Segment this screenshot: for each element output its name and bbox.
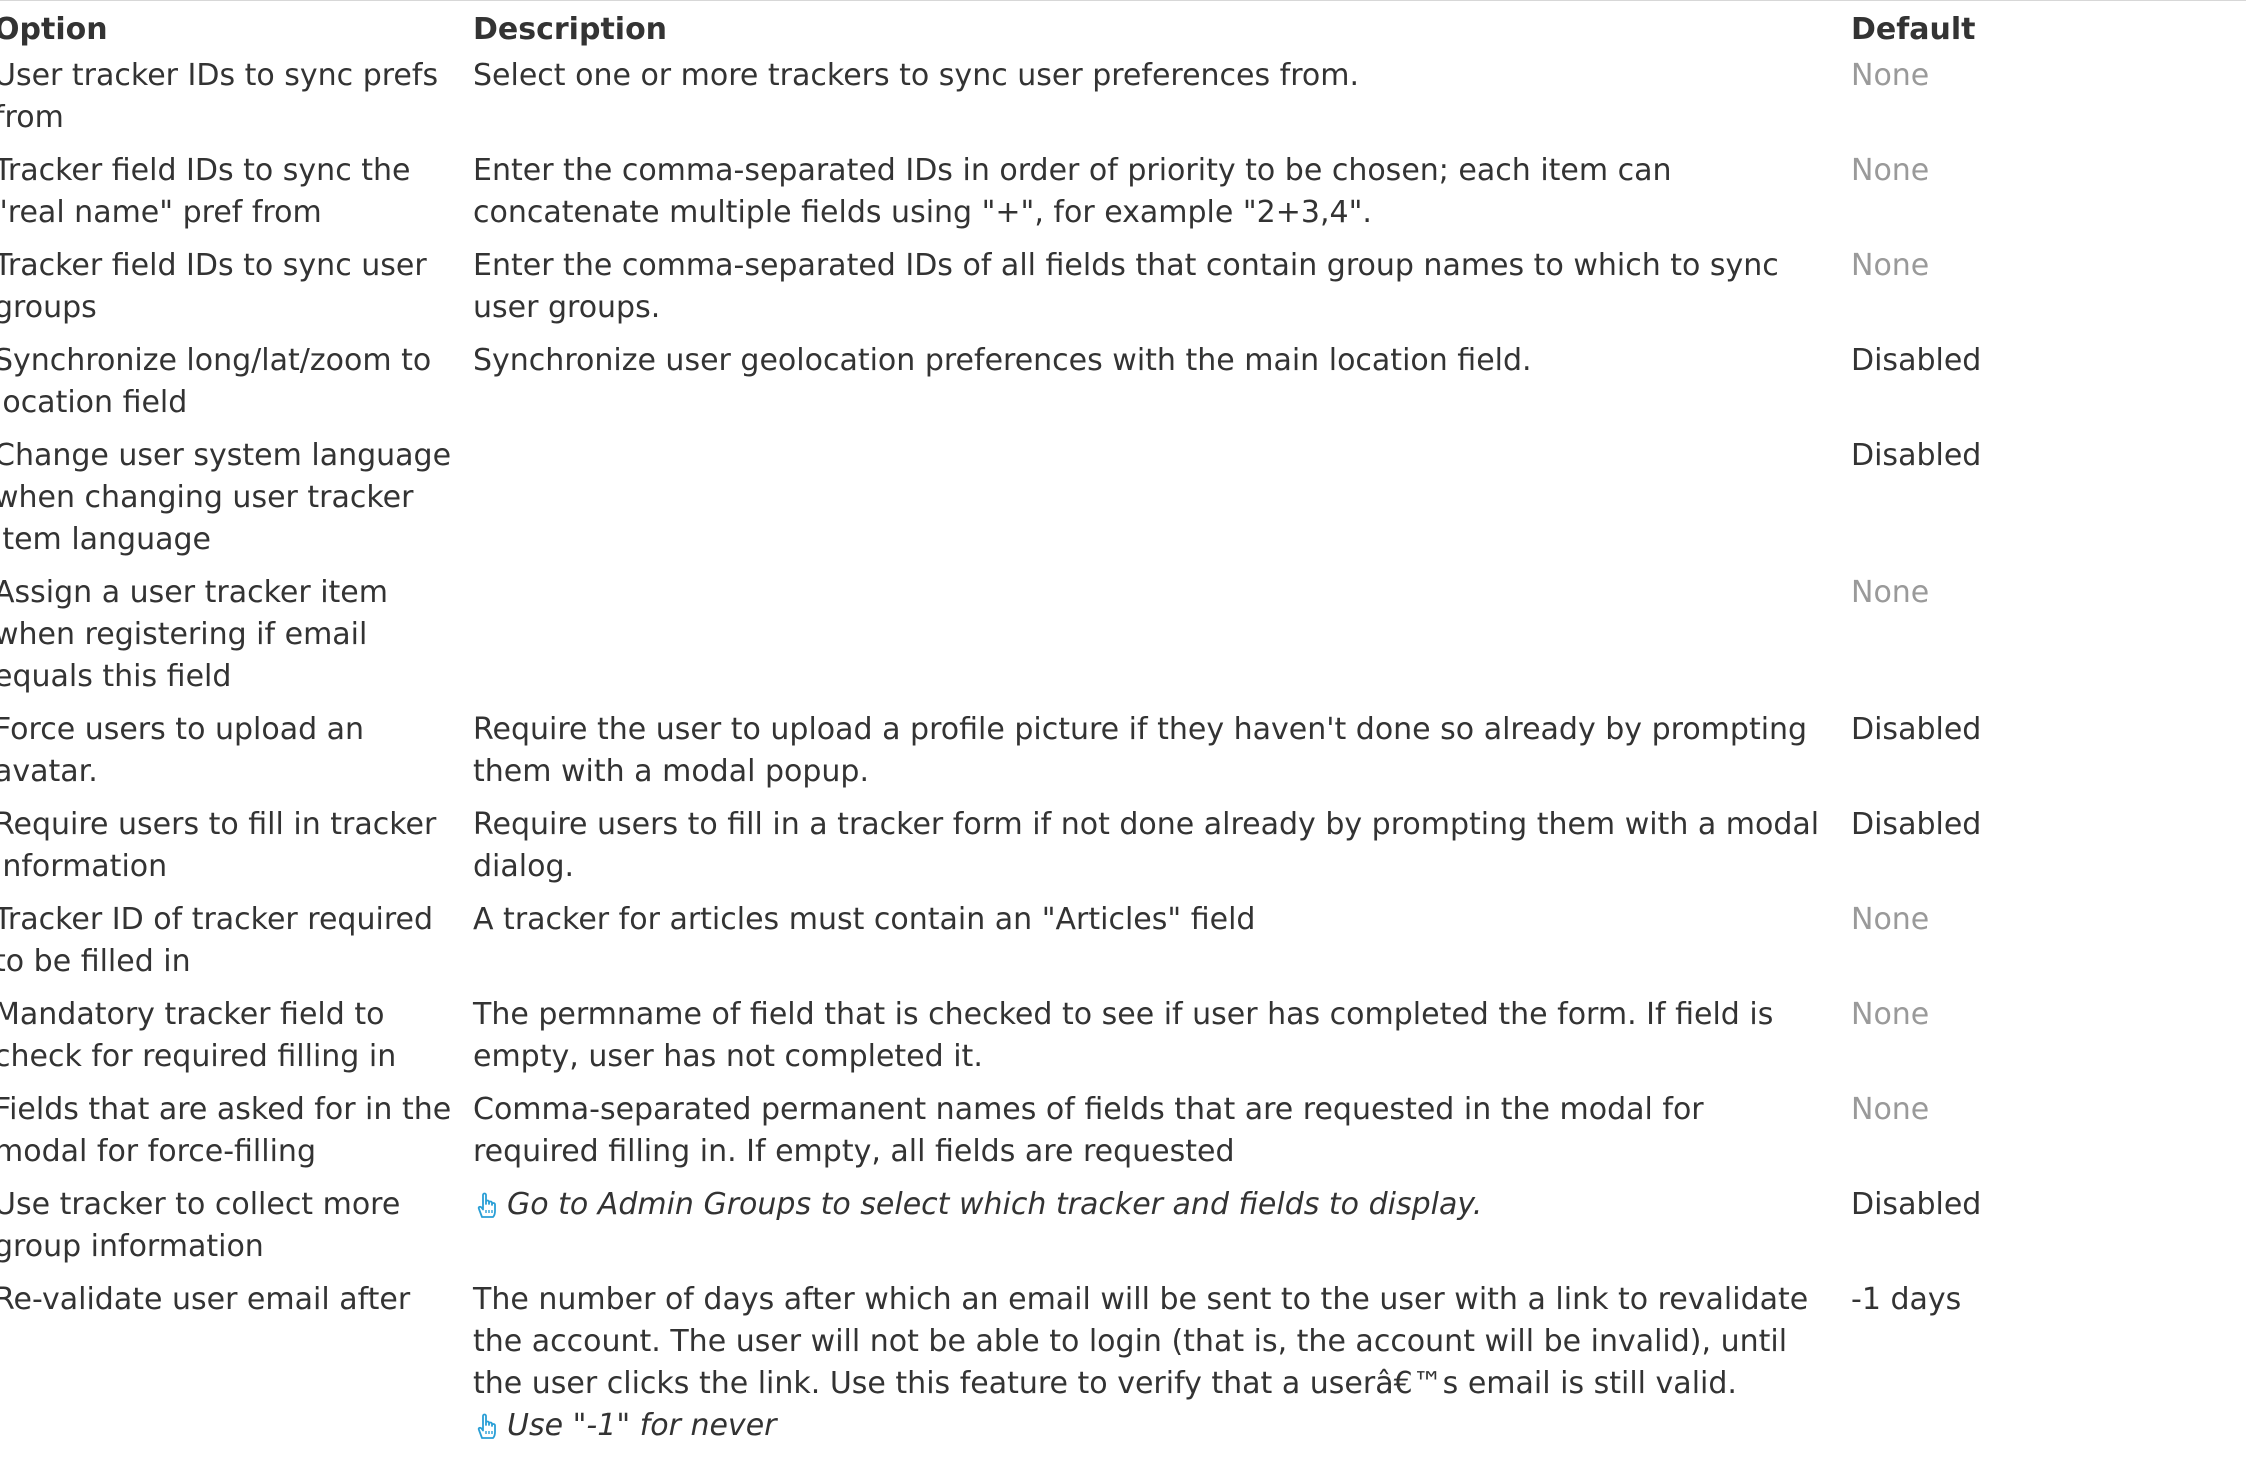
hint-post: for never bbox=[630, 1408, 777, 1443]
option-default: Disabled bbox=[1851, 438, 1982, 473]
option-default: None bbox=[1851, 902, 1930, 937]
option-description: Require users to fill in a tracker form … bbox=[473, 807, 1820, 884]
option-description bbox=[473, 435, 1851, 572]
option-default: -1 days bbox=[1851, 1282, 1962, 1317]
option-default: None bbox=[1851, 575, 1930, 610]
table-row: Re-validate user email after The number … bbox=[0, 1279, 2246, 1458]
preferences-panel: Option Description Default User tracker … bbox=[0, 0, 2246, 1453]
option-default: None bbox=[1851, 153, 1930, 188]
hint-text: Go to Admin Groups to select which track… bbox=[473, 1184, 1831, 1226]
option-default: Disabled bbox=[1851, 712, 1982, 747]
option-name: Force users to upload an avatar. bbox=[0, 712, 365, 789]
option-default: Disabled bbox=[1851, 1187, 1982, 1222]
table-row: Tracker ID of tracker required to be fil… bbox=[0, 899, 2246, 994]
option-name: Tracker field IDs to sync user groups bbox=[0, 248, 427, 325]
option-description: Go to Admin Groups to select which track… bbox=[473, 1184, 1851, 1279]
option-name: Mandatory tracker field to check for req… bbox=[0, 997, 397, 1074]
table-row: Fields that are asked for in the modal f… bbox=[0, 1089, 2246, 1184]
option-description: Enter the comma-separated IDs of all fie… bbox=[473, 248, 1779, 325]
hint-text: Use "-1" for never bbox=[473, 1405, 1831, 1447]
table-header-row: Option Description Default bbox=[0, 1, 2246, 55]
hint-value: -1 bbox=[586, 1408, 617, 1443]
table-row: Assign a user tracker item when register… bbox=[0, 572, 2246, 709]
table-row: Change user system language when changin… bbox=[0, 435, 2246, 572]
option-default: None bbox=[1851, 248, 1930, 283]
hint-pre: Use bbox=[507, 1408, 573, 1443]
hint-open-quote: " bbox=[572, 1408, 587, 1443]
option-description: The number of days after which an email … bbox=[473, 1279, 1851, 1458]
hint-close-quote: " bbox=[616, 1408, 631, 1443]
option-description: Synchronize user geolocation preferences… bbox=[473, 343, 1532, 378]
option-description: Select one or more trackers to sync user… bbox=[473, 58, 1360, 93]
option-default: None bbox=[1851, 997, 1930, 1032]
table-row: Force users to upload an avatar. Require… bbox=[0, 709, 2246, 804]
option-description: The permname of field that is checked to… bbox=[473, 997, 1774, 1074]
option-name: Change user system language when changin… bbox=[0, 438, 452, 557]
table-row: Use tracker to collect more group inform… bbox=[0, 1184, 2246, 1279]
option-name: Re-validate user email after bbox=[0, 1282, 411, 1317]
preferences-table: Option Description Default User tracker … bbox=[0, 1, 2246, 1458]
option-description: Enter the comma-separated IDs in order o… bbox=[473, 153, 1672, 230]
hint-label: Go to Admin Groups to select which track… bbox=[507, 1187, 1483, 1222]
option-name: Tracker ID of tracker required to be fil… bbox=[0, 902, 433, 979]
option-default: Disabled bbox=[1851, 807, 1982, 842]
column-header-default: Default bbox=[1851, 12, 1976, 47]
option-default: None bbox=[1851, 1092, 1930, 1127]
option-name: Use tracker to collect more group inform… bbox=[0, 1187, 401, 1264]
option-name: Tracker field IDs to sync the "real name… bbox=[0, 153, 411, 230]
option-description bbox=[473, 572, 1851, 709]
option-description: A tracker for articles must contain an "… bbox=[473, 902, 1256, 937]
column-header-description: Description bbox=[473, 12, 668, 47]
pointing-hand-icon bbox=[473, 1190, 501, 1220]
table-row: Tracker field IDs to sync user groups En… bbox=[0, 245, 2246, 340]
table-row: Mandatory tracker field to check for req… bbox=[0, 994, 2246, 1089]
description-text: The number of days after which an email … bbox=[473, 1282, 1809, 1401]
option-description: Comma-separated permanent names of field… bbox=[473, 1092, 1704, 1169]
option-default: None bbox=[1851, 58, 1930, 93]
table-row: Synchronize long/lat/zoom to location fi… bbox=[0, 340, 2246, 435]
pointing-hand-icon bbox=[473, 1411, 501, 1441]
option-name: Fields that are asked for in the modal f… bbox=[0, 1092, 452, 1169]
column-header-option: Option bbox=[0, 12, 108, 47]
table-row: User tracker IDs to sync prefs from Sele… bbox=[0, 55, 2246, 150]
option-name: User tracker IDs to sync prefs from bbox=[0, 58, 439, 135]
option-name: Synchronize long/lat/zoom to location fi… bbox=[0, 343, 432, 420]
option-name: Require users to fill in tracker informa… bbox=[0, 807, 437, 884]
table-row: Require users to fill in tracker informa… bbox=[0, 804, 2246, 899]
option-default: Disabled bbox=[1851, 343, 1982, 378]
option-description: Require the user to upload a profile pic… bbox=[473, 712, 1808, 789]
table-row: Tracker field IDs to sync the "real name… bbox=[0, 150, 2246, 245]
option-name: Assign a user tracker item when register… bbox=[0, 575, 388, 694]
